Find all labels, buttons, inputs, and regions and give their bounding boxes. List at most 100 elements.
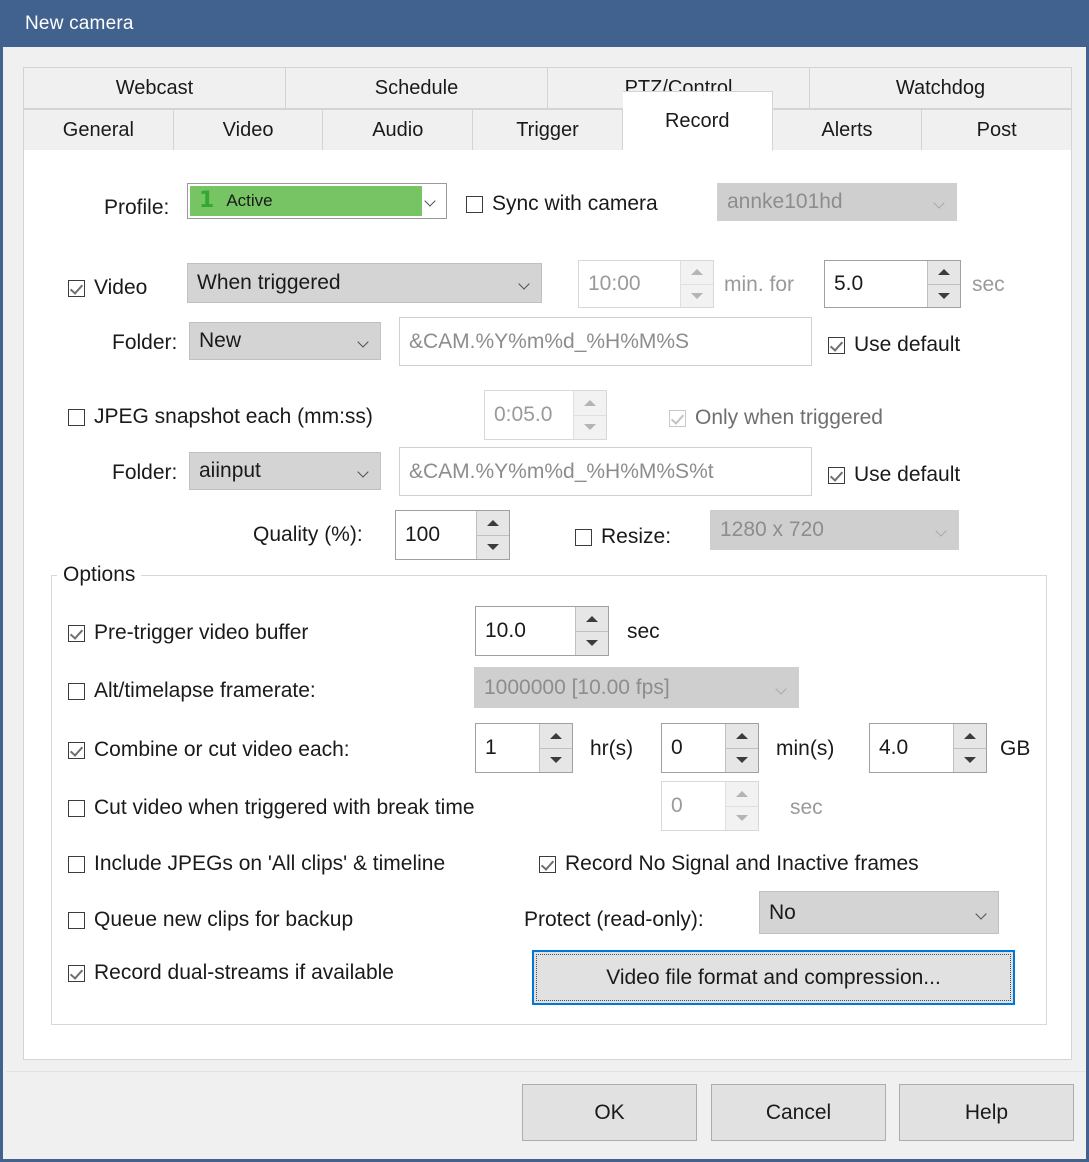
spinner-down-icon[interactable] — [540, 749, 572, 773]
cut-on-trigger-spinner[interactable]: 0 — [661, 781, 759, 831]
queue-backup-checkbox[interactable]: Queue new clips for backup — [68, 908, 353, 932]
jpeg-filename-pattern-input[interactable]: &CAM.%Y%m%d_%H%M%S%t — [399, 447, 812, 496]
tab-schedule[interactable]: Schedule — [286, 67, 548, 109]
resize-select[interactable]: 1280 x 720 — [710, 510, 959, 550]
video-mode-select[interactable]: When triggered — [187, 263, 542, 303]
video-filename-pattern-input[interactable]: &CAM.%Y%m%d_%H%M%S — [399, 317, 812, 366]
spinner-down-icon[interactable] — [576, 632, 608, 656]
video-use-default-label: Use default — [854, 333, 961, 356]
video-use-default-checkbox[interactable]: Use default — [828, 333, 960, 357]
spinner-buttons[interactable] — [575, 607, 608, 655]
sync-with-camera-checkbox[interactable]: Sync with camera — [466, 192, 658, 216]
pre-trigger-checkbox[interactable]: Pre-trigger video buffer — [68, 621, 308, 645]
combine-hours-spinner[interactable]: 1 — [475, 723, 573, 773]
pre-trigger-spinner[interactable]: 10.0 — [475, 606, 609, 656]
video-checkbox[interactable]: Video — [68, 276, 147, 300]
tab-post[interactable]: Post — [922, 109, 1073, 151]
tab-record[interactable]: Record — [622, 91, 773, 151]
profile-label: Profile: — [104, 196, 170, 219]
ok-button-label: OK — [594, 1100, 625, 1124]
chevron-down-icon — [977, 910, 988, 917]
checkbox-box — [68, 624, 85, 642]
video-seconds-unit: sec — [972, 273, 1005, 296]
tab-trigger[interactable]: Trigger — [473, 109, 623, 151]
record-no-signal-checkbox[interactable]: Record No Signal and Inactive frames — [539, 852, 919, 876]
checkbox-box — [68, 964, 85, 982]
spinner-buttons[interactable] — [476, 511, 509, 559]
spinner-buttons[interactable] — [573, 391, 606, 439]
combine-minutes-spinner[interactable]: 0 — [661, 723, 759, 773]
spinner-up-icon[interactable] — [681, 261, 713, 285]
spinner-buttons[interactable] — [680, 261, 713, 307]
video-folder-select[interactable]: New — [189, 322, 381, 360]
spinner-down-icon[interactable] — [681, 285, 713, 308]
spinner-up-icon[interactable] — [540, 724, 572, 749]
tab-watchdog[interactable]: Watchdog — [810, 67, 1072, 109]
help-button-label: Help — [964, 1100, 1009, 1124]
tab-alerts[interactable]: Alerts — [772, 109, 923, 151]
spinner-buttons[interactable] — [725, 782, 758, 830]
spinner-buttons[interactable] — [539, 724, 572, 772]
spinner-up-icon[interactable] — [726, 724, 758, 749]
jpeg-interval-spinner[interactable]: 0:05.0 — [484, 390, 607, 440]
spinner-up-icon[interactable] — [574, 391, 606, 416]
video-file-format-button[interactable]: Video file format and compression... — [532, 950, 1015, 1005]
jpeg-use-default-checkbox[interactable]: Use default — [828, 463, 960, 487]
pre-trigger-value: 10.0 — [485, 619, 526, 642]
spinner-up-icon[interactable] — [477, 511, 509, 536]
video-mode-value: When triggered — [197, 271, 341, 294]
spinner-up-icon[interactable] — [954, 724, 986, 749]
jpeg-snapshot-checkbox[interactable]: JPEG snapshot each (mm:ss) — [68, 405, 373, 429]
video-seconds-spinner[interactable]: 5.0 — [824, 260, 961, 308]
video-minutes-spinner[interactable]: 10:00 — [578, 260, 714, 308]
record-no-signal-label: Record No Signal and Inactive frames — [565, 852, 919, 875]
combine-minutes-value: 0 — [671, 736, 683, 759]
record-tab-panel: Profile: 1 Active Sync with camera annke… — [23, 150, 1072, 1060]
cancel-button[interactable]: Cancel — [711, 1084, 886, 1141]
spinner-down-icon[interactable] — [954, 749, 986, 773]
spinner-down-icon[interactable] — [477, 536, 509, 560]
alt-framerate-checkbox[interactable]: Alt/timelapse framerate: — [68, 679, 316, 703]
combine-minutes-unit: min(s) — [776, 737, 835, 760]
spinner-up-icon[interactable] — [726, 782, 758, 807]
checkbox-box — [68, 855, 85, 873]
quality-spinner[interactable]: 100 — [395, 510, 510, 560]
chevron-down-icon — [937, 527, 948, 534]
tab-video[interactable]: Video — [173, 109, 324, 151]
spinner-buttons[interactable] — [953, 724, 986, 772]
camera-select[interactable]: annke101hd — [717, 183, 957, 221]
cut-on-trigger-checkbox[interactable]: Cut video when triggered with break time — [68, 796, 475, 820]
alt-framerate-value: 1000000 [10.00 fps] — [484, 675, 670, 699]
cut-on-trigger-value: 0 — [671, 794, 683, 817]
resize-checkbox[interactable]: Resize: — [575, 525, 671, 549]
alt-framerate-select[interactable]: 1000000 [10.00 fps] — [474, 667, 799, 708]
spinner-up-icon[interactable] — [928, 261, 960, 285]
tab-webcast[interactable]: Webcast — [23, 67, 286, 109]
profile-select[interactable]: 1 Active — [187, 183, 447, 219]
checkbox-box — [68, 911, 85, 929]
spinner-buttons[interactable] — [927, 261, 960, 307]
include-jpegs-label: Include JPEGs on 'All clips' & timeline — [94, 852, 446, 875]
include-jpegs-checkbox[interactable]: Include JPEGs on 'All clips' & timeline — [68, 852, 445, 876]
combine-cut-checkbox[interactable]: Combine or cut video each: — [68, 738, 350, 762]
tab-audio[interactable]: Audio — [323, 109, 474, 151]
protect-select[interactable]: No — [759, 891, 999, 934]
ok-button[interactable]: OK — [522, 1084, 697, 1141]
chevron-down-icon — [520, 280, 531, 287]
tab-strip: Webcast Schedule PTZ/Control Watchdog Ge… — [23, 67, 1073, 151]
spinner-down-icon[interactable] — [574, 416, 606, 440]
only-when-triggered-checkbox[interactable]: Only when triggered — [669, 406, 883, 430]
spinner-up-icon[interactable] — [576, 607, 608, 632]
dual-streams-checkbox[interactable]: Record dual-streams if available — [68, 961, 394, 985]
help-button[interactable]: Help — [899, 1084, 1074, 1141]
spinner-down-icon[interactable] — [726, 749, 758, 773]
spinner-down-icon[interactable] — [928, 285, 960, 308]
checkbox-box — [575, 528, 592, 546]
jpeg-folder-select[interactable]: aiinput — [189, 452, 381, 490]
spinner-down-icon[interactable] — [726, 807, 758, 831]
combine-size-spinner[interactable]: 4.0 — [869, 723, 987, 773]
spinner-buttons[interactable] — [725, 724, 758, 772]
tab-general[interactable]: General — [23, 109, 174, 151]
checkbox-box — [828, 466, 845, 484]
video-seconds-value: 5.0 — [834, 272, 864, 295]
